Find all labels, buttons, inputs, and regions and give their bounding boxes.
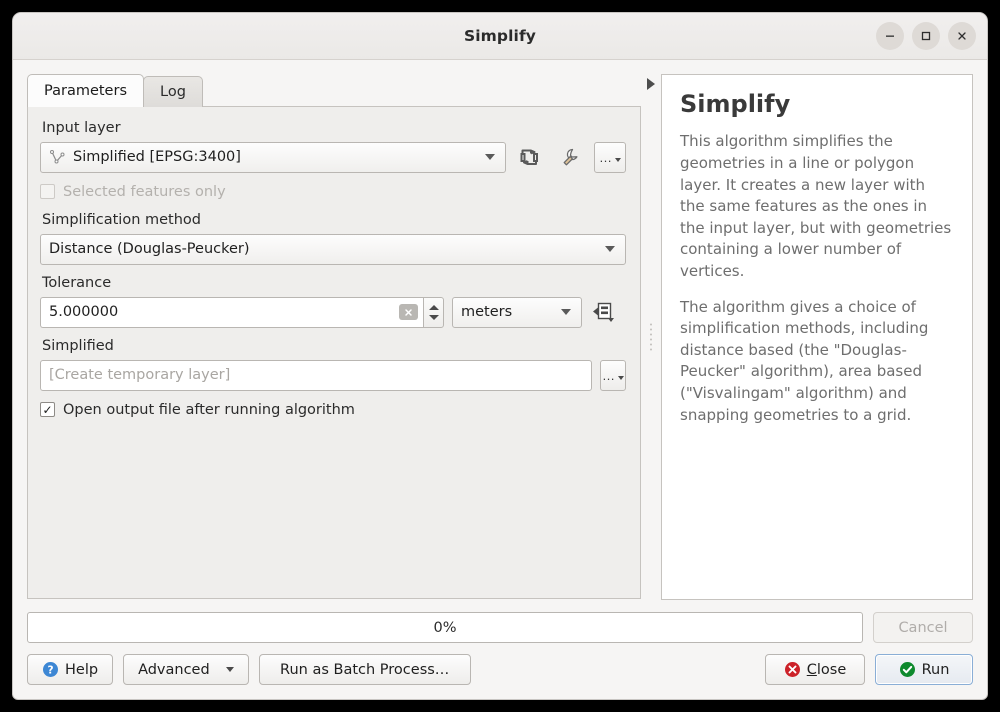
cancel-label: Cancel xyxy=(898,619,948,636)
svg-text:?: ? xyxy=(47,664,53,676)
output-placeholder: [Create temporary layer] xyxy=(49,367,231,384)
content-row: Parameters Log Input layer Simplified [E… xyxy=(13,60,987,600)
run-button[interactable]: Run xyxy=(875,654,973,685)
progress-text: 0% xyxy=(433,619,457,636)
input-layer-combo[interactable]: Simplified [EPSG:3400] xyxy=(40,141,506,173)
tab-parameters[interactable]: Parameters xyxy=(27,74,144,107)
input-layer-label: Input layer xyxy=(42,120,121,136)
help-button-label: Help xyxy=(65,661,99,678)
check-circle-icon xyxy=(899,661,916,678)
chevron-down-icon xyxy=(485,154,495,161)
output-label: Simplified xyxy=(42,337,114,354)
input-layer-group: Input layer Simplified [EPSG:3400] … xyxy=(40,120,626,173)
minimize-button[interactable] xyxy=(876,22,904,50)
chevron-down-icon xyxy=(225,667,234,672)
simplification-method-label: Simplification method xyxy=(42,211,201,228)
close-circle-icon xyxy=(784,661,801,678)
dialog-body: Parameters Log Input layer Simplified [E… xyxy=(13,60,987,699)
tab-log[interactable]: Log xyxy=(143,76,203,107)
help-paragraph: The algorithm gives a choice of simplifi… xyxy=(680,297,929,424)
simplify-dialog: Simplify Parameters Log Input layer Simp… xyxy=(12,12,988,700)
iterate-icon xyxy=(520,149,539,165)
tolerance-units-combo[interactable]: meters xyxy=(452,296,582,328)
progress-bar: 0% xyxy=(27,612,863,643)
selected-features-group: Selected features only xyxy=(40,184,626,200)
selected-features-only-label: Selected features only xyxy=(63,183,226,200)
output-group: Simplified [Create temporary layer] … xyxy=(40,337,626,391)
data-defined-override-icon xyxy=(593,303,614,323)
footer: 0% Cancel ? Help Advanced Run as Batch P… xyxy=(13,600,987,699)
input-layer-value: Simplified [EPSG:3400] xyxy=(73,149,241,166)
tab-log-label: Log xyxy=(160,84,186,100)
panel-splitter[interactable] xyxy=(641,74,661,600)
browse-chevron-icon xyxy=(618,375,624,380)
splitter-grip[interactable] xyxy=(650,323,652,351)
simplification-method-combo[interactable]: Distance (Douglas-Peucker) xyxy=(40,233,626,265)
left-pane: Parameters Log Input layer Simplified [E… xyxy=(27,74,641,600)
close-icon xyxy=(958,32,966,40)
parameters-panel: Input layer Simplified [EPSG:3400] … Sel… xyxy=(27,106,641,599)
tolerance-row: 5.000000 meters xyxy=(40,296,626,328)
tab-parameters-label: Parameters xyxy=(44,83,127,99)
help-circle-icon: ? xyxy=(42,661,59,678)
close-button[interactable]: Close xyxy=(765,654,865,685)
tolerance-spinner[interactable]: 5.000000 xyxy=(40,296,444,328)
output-browse-label: … xyxy=(602,367,616,383)
data-defined-override-button[interactable] xyxy=(590,297,618,328)
maximize-icon xyxy=(921,31,931,41)
run-as-batch-label: Run as Batch Process… xyxy=(280,661,450,678)
input-layer-browse-label: … xyxy=(598,149,613,165)
maximize-button[interactable] xyxy=(912,22,940,50)
simplification-method-value: Distance (Douglas-Peucker) xyxy=(49,241,250,258)
output-browse-button[interactable]: … xyxy=(600,359,626,391)
selected-features-only-checkbox[interactable]: Selected features only xyxy=(40,184,626,200)
tolerance-units-value: meters xyxy=(461,304,513,321)
wrench-icon xyxy=(563,149,578,166)
help-panel: Simplify This algorithm simplifies the g… xyxy=(661,74,973,600)
help-title: Simplify xyxy=(680,90,791,118)
browse-chevron-icon xyxy=(614,157,621,162)
checkbox-box xyxy=(40,184,55,200)
window-title: Simplify xyxy=(464,27,536,45)
tab-bar: Parameters Log xyxy=(27,74,641,107)
chevron-down-icon xyxy=(561,309,571,316)
collapse-right-arrow-icon[interactable] xyxy=(647,78,655,90)
iterate-features-button[interactable] xyxy=(514,142,546,173)
tolerance-input[interactable]: 5.000000 xyxy=(40,296,423,328)
help-button[interactable]: ? Help xyxy=(27,654,114,685)
advanced-button-label: Advanced xyxy=(138,661,210,678)
simplification-method-group: Simplification method Distance (Douglas-… xyxy=(40,211,626,265)
clear-icon[interactable] xyxy=(399,304,418,321)
open-output-checkbox[interactable]: ✓ Open output file after running algorit… xyxy=(40,402,626,418)
stepper-down-icon[interactable] xyxy=(428,314,439,320)
line-layer-icon xyxy=(49,149,66,166)
minimize-icon xyxy=(886,35,894,37)
chevron-down-icon xyxy=(605,246,615,253)
input-layer-browse-button[interactable]: … xyxy=(593,141,626,173)
close-window-button[interactable] xyxy=(948,22,976,50)
advanced-button[interactable]: Advanced xyxy=(123,654,249,685)
tolerance-value: 5.000000 xyxy=(49,304,119,321)
output-row: [Create temporary layer] … xyxy=(40,359,626,391)
tolerance-label: Tolerance xyxy=(42,274,112,291)
tolerance-group: Tolerance 5.000000 meters xyxy=(40,274,626,328)
cancel-button[interactable]: Cancel xyxy=(873,612,973,643)
title-bar: Simplify xyxy=(13,13,987,60)
open-output-label: Open output file after running algorithm xyxy=(63,401,355,418)
stepper-up-icon[interactable] xyxy=(428,304,439,310)
run-button-label: Run xyxy=(921,661,950,678)
close-button-label: Close xyxy=(806,661,847,678)
input-layer-row: Simplified [EPSG:3400] … xyxy=(40,141,626,173)
advanced-options-button[interactable] xyxy=(554,142,586,173)
tolerance-stepper[interactable] xyxy=(423,296,444,328)
button-row: ? Help Advanced Run as Batch Process… Cl… xyxy=(27,654,973,685)
run-as-batch-button[interactable]: Run as Batch Process… xyxy=(258,654,471,685)
checkbox-box: ✓ xyxy=(40,402,55,418)
output-input[interactable]: [Create temporary layer] xyxy=(40,359,592,391)
check-icon: ✓ xyxy=(42,402,53,417)
window-controls xyxy=(876,13,976,59)
help-paragraph: This algorithm simplifies the geometries… xyxy=(680,132,952,280)
progress-row: 0% Cancel xyxy=(27,612,973,643)
